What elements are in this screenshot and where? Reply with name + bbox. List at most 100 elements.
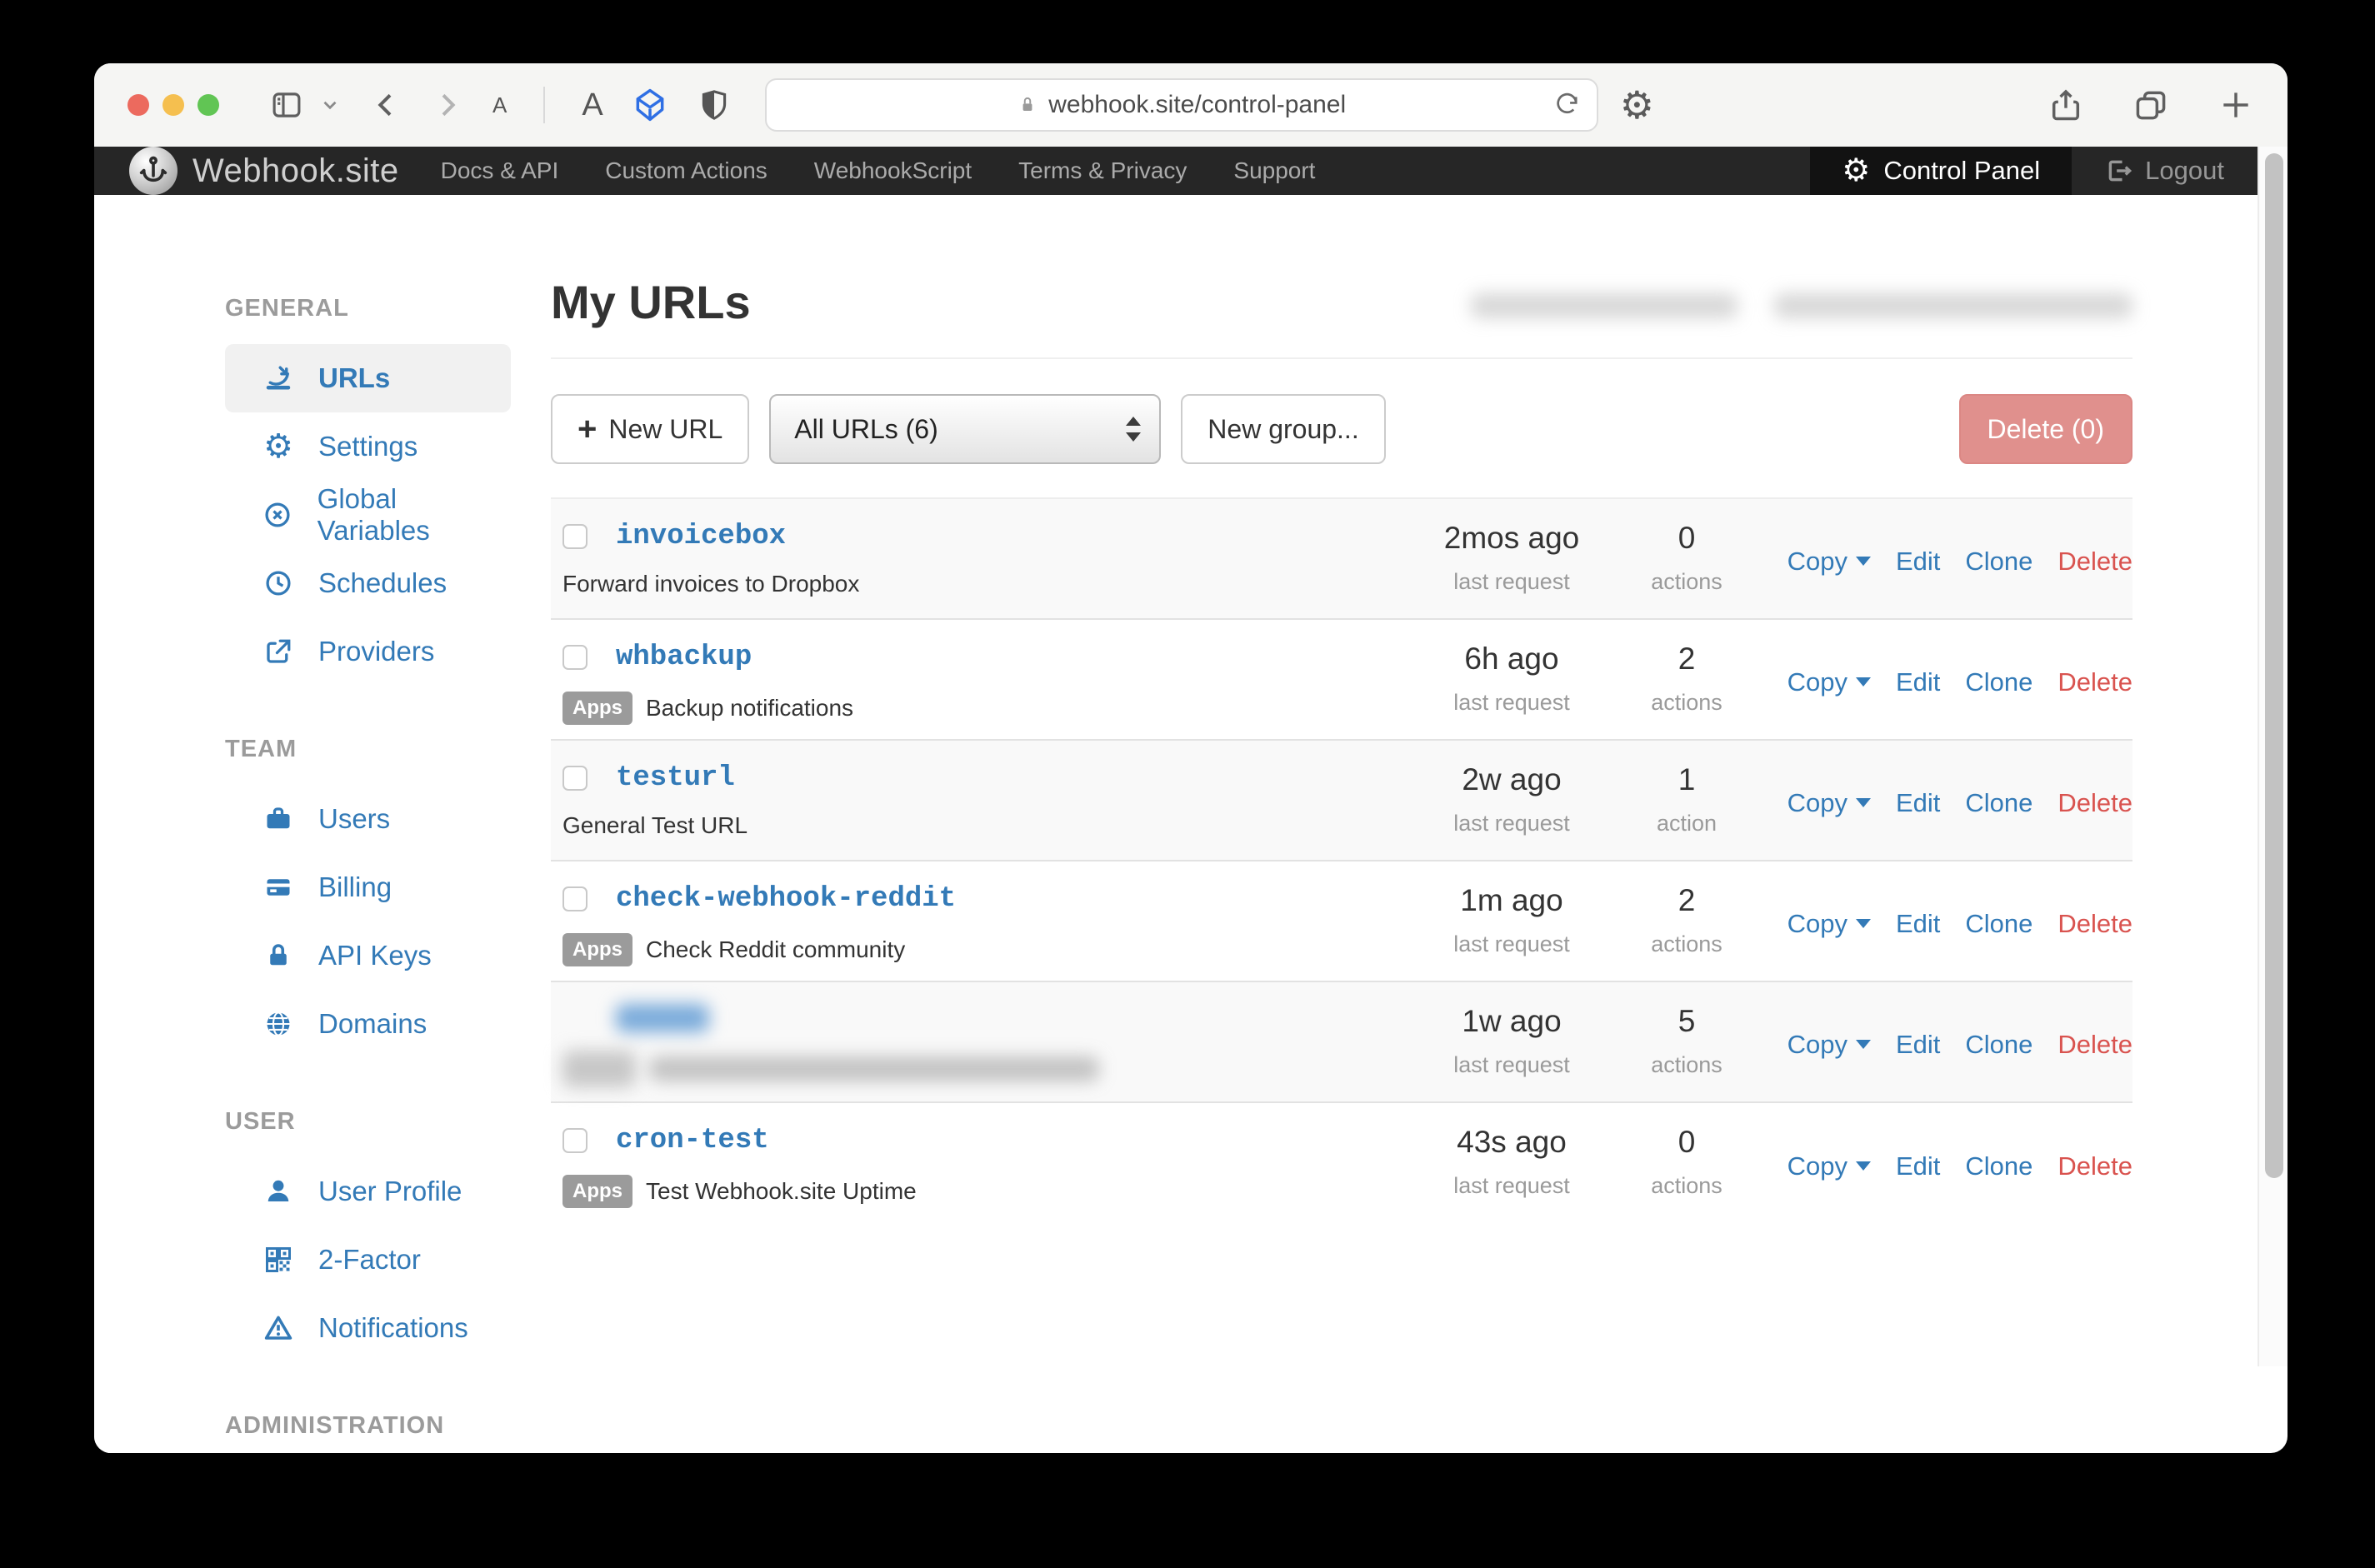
shield-icon[interactable] xyxy=(697,87,732,122)
nav-custom-actions[interactable]: Custom Actions xyxy=(605,157,768,184)
delete-link[interactable]: Delete xyxy=(2058,909,2132,939)
close-window-button[interactable] xyxy=(128,94,149,116)
zoom-window-button[interactable] xyxy=(198,94,219,116)
sidebar-item-providers[interactable]: Providers xyxy=(225,617,511,686)
back-button[interactable] xyxy=(369,88,402,122)
sidebar-item-notifications[interactable]: Notifications xyxy=(225,1294,511,1362)
forward-button[interactable] xyxy=(431,88,464,122)
clone-link[interactable]: Clone xyxy=(1965,909,2032,939)
export-icon xyxy=(260,637,297,667)
increase-text-size-button[interactable]: A xyxy=(582,87,602,123)
row-checkbox[interactable] xyxy=(562,886,588,911)
toolbar-divider xyxy=(543,87,545,123)
browser-window: A A webhook.site/control xyxy=(94,63,2288,1453)
url-name-link[interactable]: whbackup xyxy=(616,642,752,673)
clone-link[interactable]: Clone xyxy=(1965,667,2032,697)
sidebar-item-settings[interactable]: ⚙ Settings xyxy=(225,412,511,481)
address-bar[interactable]: webhook.site/control-panel xyxy=(765,78,1598,132)
sidebar-toggle-icon[interactable] xyxy=(269,87,304,122)
webhook-site-logo[interactable] xyxy=(129,147,178,195)
delete-link[interactable]: Delete xyxy=(2058,667,2132,697)
reload-icon[interactable] xyxy=(1553,91,1582,119)
sidebar-item-user-profile[interactable]: User Profile xyxy=(225,1157,511,1226)
last-request-value: 1m ago xyxy=(1416,883,1608,918)
gear-icon: ⚙ xyxy=(260,430,297,463)
chevron-down-icon[interactable] xyxy=(319,94,341,116)
site-navbar: Webhook.site Docs & API Custom Actions W… xyxy=(94,147,2258,195)
sidebar-item-2-factor[interactable]: 2-Factor xyxy=(225,1226,511,1294)
nav-support[interactable]: Support xyxy=(1233,157,1315,184)
page-scrollbar[interactable] xyxy=(2258,147,2288,1366)
actions-count: 2 xyxy=(1608,642,1766,677)
new-tab-plus-icon[interactable] xyxy=(2218,87,2254,123)
edit-link[interactable]: Edit xyxy=(1896,547,1940,577)
clone-link[interactable]: Clone xyxy=(1965,788,2032,818)
apps-badge: Apps xyxy=(562,1175,632,1208)
clone-link[interactable]: Clone xyxy=(1965,547,2032,577)
copy-link[interactable]: Copy xyxy=(1788,909,1871,939)
delete-link[interactable]: Delete xyxy=(2058,1151,2132,1181)
url-description: Forward invoices to Dropbox xyxy=(562,571,859,597)
url-table: invoicebox Forward invoices to Dropbox 2… xyxy=(551,497,2132,1224)
sidebar-item-users[interactable]: Users xyxy=(225,785,511,853)
actions-label: actions xyxy=(1608,1173,1766,1199)
browser-settings-gear-icon[interactable]: ⚙ xyxy=(1620,86,1654,124)
row-checkbox[interactable] xyxy=(562,524,588,549)
sidebar-item-api-keys[interactable]: API Keys xyxy=(225,921,511,990)
edit-link[interactable]: Edit xyxy=(1896,1151,1940,1181)
table-row: testurl General Test URL 2w ago last req… xyxy=(551,741,2132,861)
edit-link[interactable]: Edit xyxy=(1896,909,1940,939)
copy-link[interactable]: Copy xyxy=(1788,667,1871,697)
url-name-link[interactable]: testurl xyxy=(616,762,735,794)
caret-down-icon xyxy=(1856,798,1871,807)
url-name-link[interactable]: check-webhook-reddit xyxy=(616,883,956,915)
last-request-value: 6h ago xyxy=(1416,642,1608,677)
last-request-label: last request xyxy=(1416,1173,1608,1199)
row-checkbox[interactable] xyxy=(562,645,588,670)
url-description: Test Webhook.site Uptime xyxy=(646,1178,917,1205)
url-name-link[interactable]: invoicebox xyxy=(616,521,786,552)
sidebar-item-billing[interactable]: Billing xyxy=(225,853,511,921)
caret-down-icon xyxy=(1856,919,1871,928)
sidebar-item-domains[interactable]: Domains xyxy=(225,990,511,1058)
row-checkbox[interactable] xyxy=(562,1128,588,1153)
warning-triangle-icon xyxy=(260,1313,297,1343)
extension-cube-icon[interactable] xyxy=(632,87,668,123)
edit-link[interactable]: Edit xyxy=(1896,1030,1940,1060)
row-checkbox[interactable] xyxy=(562,766,588,791)
delete-link[interactable]: Delete xyxy=(2058,547,2132,577)
share-icon[interactable] xyxy=(2048,87,2084,123)
new-group-button[interactable]: New group... xyxy=(1181,394,1385,464)
sidebar-item-global-variables[interactable]: Global Variables xyxy=(225,481,511,549)
url-group-filter-select[interactable]: All URLs (6) xyxy=(769,394,1161,464)
new-url-button[interactable]: + New URL xyxy=(551,394,749,464)
copy-link[interactable]: Copy xyxy=(1788,1151,1871,1181)
lock-icon xyxy=(260,941,297,971)
copy-link[interactable]: Copy xyxy=(1788,1030,1871,1060)
tabs-overview-icon[interactable] xyxy=(2132,87,2169,123)
edit-link[interactable]: Edit xyxy=(1896,788,1940,818)
decrease-text-size-button[interactable]: A xyxy=(492,92,507,118)
last-request-value: 2w ago xyxy=(1416,762,1608,797)
logout-button[interactable]: Logout xyxy=(2072,147,2258,195)
brand-name[interactable]: Webhook.site xyxy=(192,152,399,190)
url-name-link[interactable]: cron-test xyxy=(616,1125,769,1156)
clone-link[interactable]: Clone xyxy=(1965,1151,2032,1181)
credit-card-icon xyxy=(260,872,297,902)
scrollbar-thumb[interactable] xyxy=(2265,153,2283,1178)
sidebar-item-urls[interactable]: URLs xyxy=(225,344,511,412)
nav-docs-api[interactable]: Docs & API xyxy=(441,157,559,184)
edit-link[interactable]: Edit xyxy=(1896,667,1940,697)
delete-selected-button[interactable]: Delete (0) xyxy=(1959,394,2133,464)
sidebar-item-schedules[interactable]: Schedules xyxy=(225,549,511,617)
nav-terms-privacy[interactable]: Terms & Privacy xyxy=(1018,157,1187,184)
copy-link[interactable]: Copy xyxy=(1788,547,1871,577)
delete-link[interactable]: Delete xyxy=(2058,788,2132,818)
control-panel-button[interactable]: ⚙ Control Panel xyxy=(1810,147,2072,195)
delete-link[interactable]: Delete xyxy=(2058,1030,2132,1060)
minimize-window-button[interactable] xyxy=(162,94,184,116)
copy-link[interactable]: Copy xyxy=(1788,788,1871,818)
sidebar-section-team: TEAM xyxy=(225,736,511,763)
nav-webhookscript[interactable]: WebhookScript xyxy=(814,157,972,184)
clone-link[interactable]: Clone xyxy=(1965,1030,2032,1060)
